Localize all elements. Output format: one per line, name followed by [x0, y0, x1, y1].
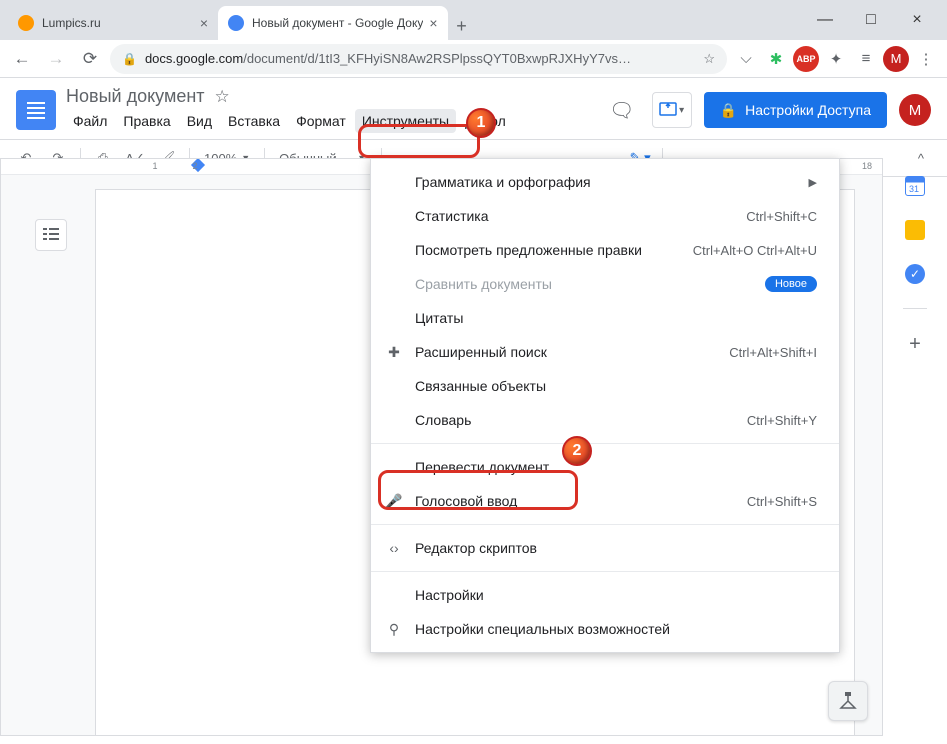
code-icon: ‹› — [385, 540, 403, 556]
plus-box-icon: ✚ — [385, 344, 403, 361]
callout-2: 2 — [562, 436, 592, 466]
submenu-arrow-icon: ▶ — [809, 176, 817, 189]
menu-view[interactable]: Вид — [180, 109, 219, 133]
google-docs-logo-icon[interactable] — [16, 90, 56, 130]
minimize-button[interactable]: — — [803, 5, 847, 35]
menu-item-linked-objects[interactable]: Связанные объекты — [371, 369, 839, 403]
address-bar: ← → ⟳ 🔒 docs.google.com/document/d/1tI3_… — [0, 40, 947, 78]
comments-icon[interactable]: 🗨 — [604, 92, 640, 128]
menu-item-dictionary[interactable]: СловарьCtrl+Shift+Y — [371, 403, 839, 437]
close-icon[interactable]: × — [429, 15, 437, 31]
back-button[interactable]: ← — [8, 45, 36, 73]
menu-item-preferences[interactable]: Настройки — [371, 578, 839, 612]
favicon-icon — [228, 15, 244, 31]
evernote-icon[interactable]: ✱ — [763, 46, 789, 72]
document-outline-button[interactable] — [35, 219, 67, 251]
share-label: Настройки Доступа — [745, 102, 871, 118]
callout-1: 1 — [466, 108, 496, 138]
menu-file[interactable]: Файл — [66, 109, 114, 133]
side-panel: 31 ✓ + — [889, 158, 941, 356]
tab-title: Lumpics.ru — [42, 16, 194, 30]
extensions-area: ⌵ ✱ ABP ✦ ≡ M ⋮ — [733, 46, 939, 72]
microphone-icon: 🎤 — [385, 493, 403, 510]
accessibility-icon: ⚲ — [385, 621, 403, 638]
tasks-icon[interactable]: ✓ — [905, 264, 925, 284]
browser-tab-strip: Lumpics.ru × Новый документ - Google Док… — [0, 0, 947, 40]
new-tab-button[interactable]: + — [448, 12, 476, 40]
menu-item-grammar[interactable]: Грамматика и орфография▶ — [371, 165, 839, 199]
document-title[interactable]: Новый документ — [66, 86, 205, 107]
pocket-icon[interactable]: ⌵ — [733, 46, 759, 72]
star-icon[interactable]: ☆ — [215, 87, 230, 107]
menu-format[interactable]: Формат — [289, 109, 353, 133]
menu-separator — [371, 524, 839, 525]
menu-separator — [371, 443, 839, 444]
browser-tab-1[interactable]: Новый документ - Google Доку × — [218, 6, 448, 40]
keep-icon[interactable] — [905, 220, 925, 240]
menu-edit[interactable]: Правка — [116, 109, 177, 133]
forward-button[interactable]: → — [42, 45, 70, 73]
lock-icon: 🔒 — [122, 52, 137, 66]
browser-tab-0[interactable]: Lumpics.ru × — [8, 6, 218, 40]
menu-bar: Файл Правка Вид Вставка Формат Инструмен… — [66, 109, 594, 133]
extensions-menu-icon[interactable]: ✦ — [823, 46, 849, 72]
favicon-icon — [18, 15, 34, 31]
window-controls: — □ × — [803, 0, 939, 40]
menu-item-script-editor[interactable]: ‹›Редактор скриптов — [371, 531, 839, 565]
bookmark-star-icon[interactable]: ☆ — [703, 51, 715, 67]
menu-separator — [371, 571, 839, 572]
close-icon[interactable]: × — [200, 15, 208, 31]
reload-button[interactable]: ⟳ — [76, 45, 104, 73]
share-button[interactable]: 🔒 Настройки Доступа — [704, 92, 887, 128]
menu-tools[interactable]: Инструменты — [355, 109, 456, 133]
maximize-button[interactable]: □ — [849, 5, 893, 35]
menu-item-translate[interactable]: Перевести документ — [371, 450, 839, 484]
present-button[interactable]: ▾ — [652, 92, 692, 128]
lock-icon: 🔒 — [720, 102, 737, 119]
explore-button[interactable] — [828, 681, 868, 721]
account-avatar[interactable]: M — [899, 94, 931, 126]
tab-title: Новый документ - Google Доку — [252, 16, 423, 30]
menu-item-compare: Сравнить документыНовое — [371, 267, 839, 301]
menu-item-explore[interactable]: ✚Расширенный поискCtrl+Alt+Shift+I — [371, 335, 839, 369]
menu-item-voice-typing[interactable]: 🎤Голосовой вводCtrl+Shift+S — [371, 484, 839, 518]
add-addon-button[interactable]: + — [909, 333, 921, 356]
url-text: docs.google.com/document/d/1tI3_KFHyiSN8… — [145, 51, 631, 66]
close-window-button[interactable]: × — [895, 5, 939, 35]
calendar-icon[interactable]: 31 — [905, 176, 925, 196]
adblock-icon[interactable]: ABP — [793, 46, 819, 72]
menu-item-review-suggestions[interactable]: Посмотреть предложенные правкиCtrl+Alt+O… — [371, 233, 839, 267]
menu-item-wordcount[interactable]: СтатистикаCtrl+Shift+C — [371, 199, 839, 233]
tools-dropdown: Грамматика и орфография▶ СтатистикаCtrl+… — [370, 158, 840, 653]
menu-item-citations[interactable]: Цитаты — [371, 301, 839, 335]
menu-item-accessibility[interactable]: ⚲Настройки специальных возможностей — [371, 612, 839, 646]
menu-insert[interactable]: Вставка — [221, 109, 287, 133]
profile-avatar[interactable]: M — [883, 46, 909, 72]
url-input[interactable]: 🔒 docs.google.com/document/d/1tI3_KFHyiS… — [110, 44, 727, 74]
reader-icon[interactable]: ≡ — [853, 46, 879, 72]
chrome-menu-button[interactable]: ⋮ — [913, 46, 939, 72]
